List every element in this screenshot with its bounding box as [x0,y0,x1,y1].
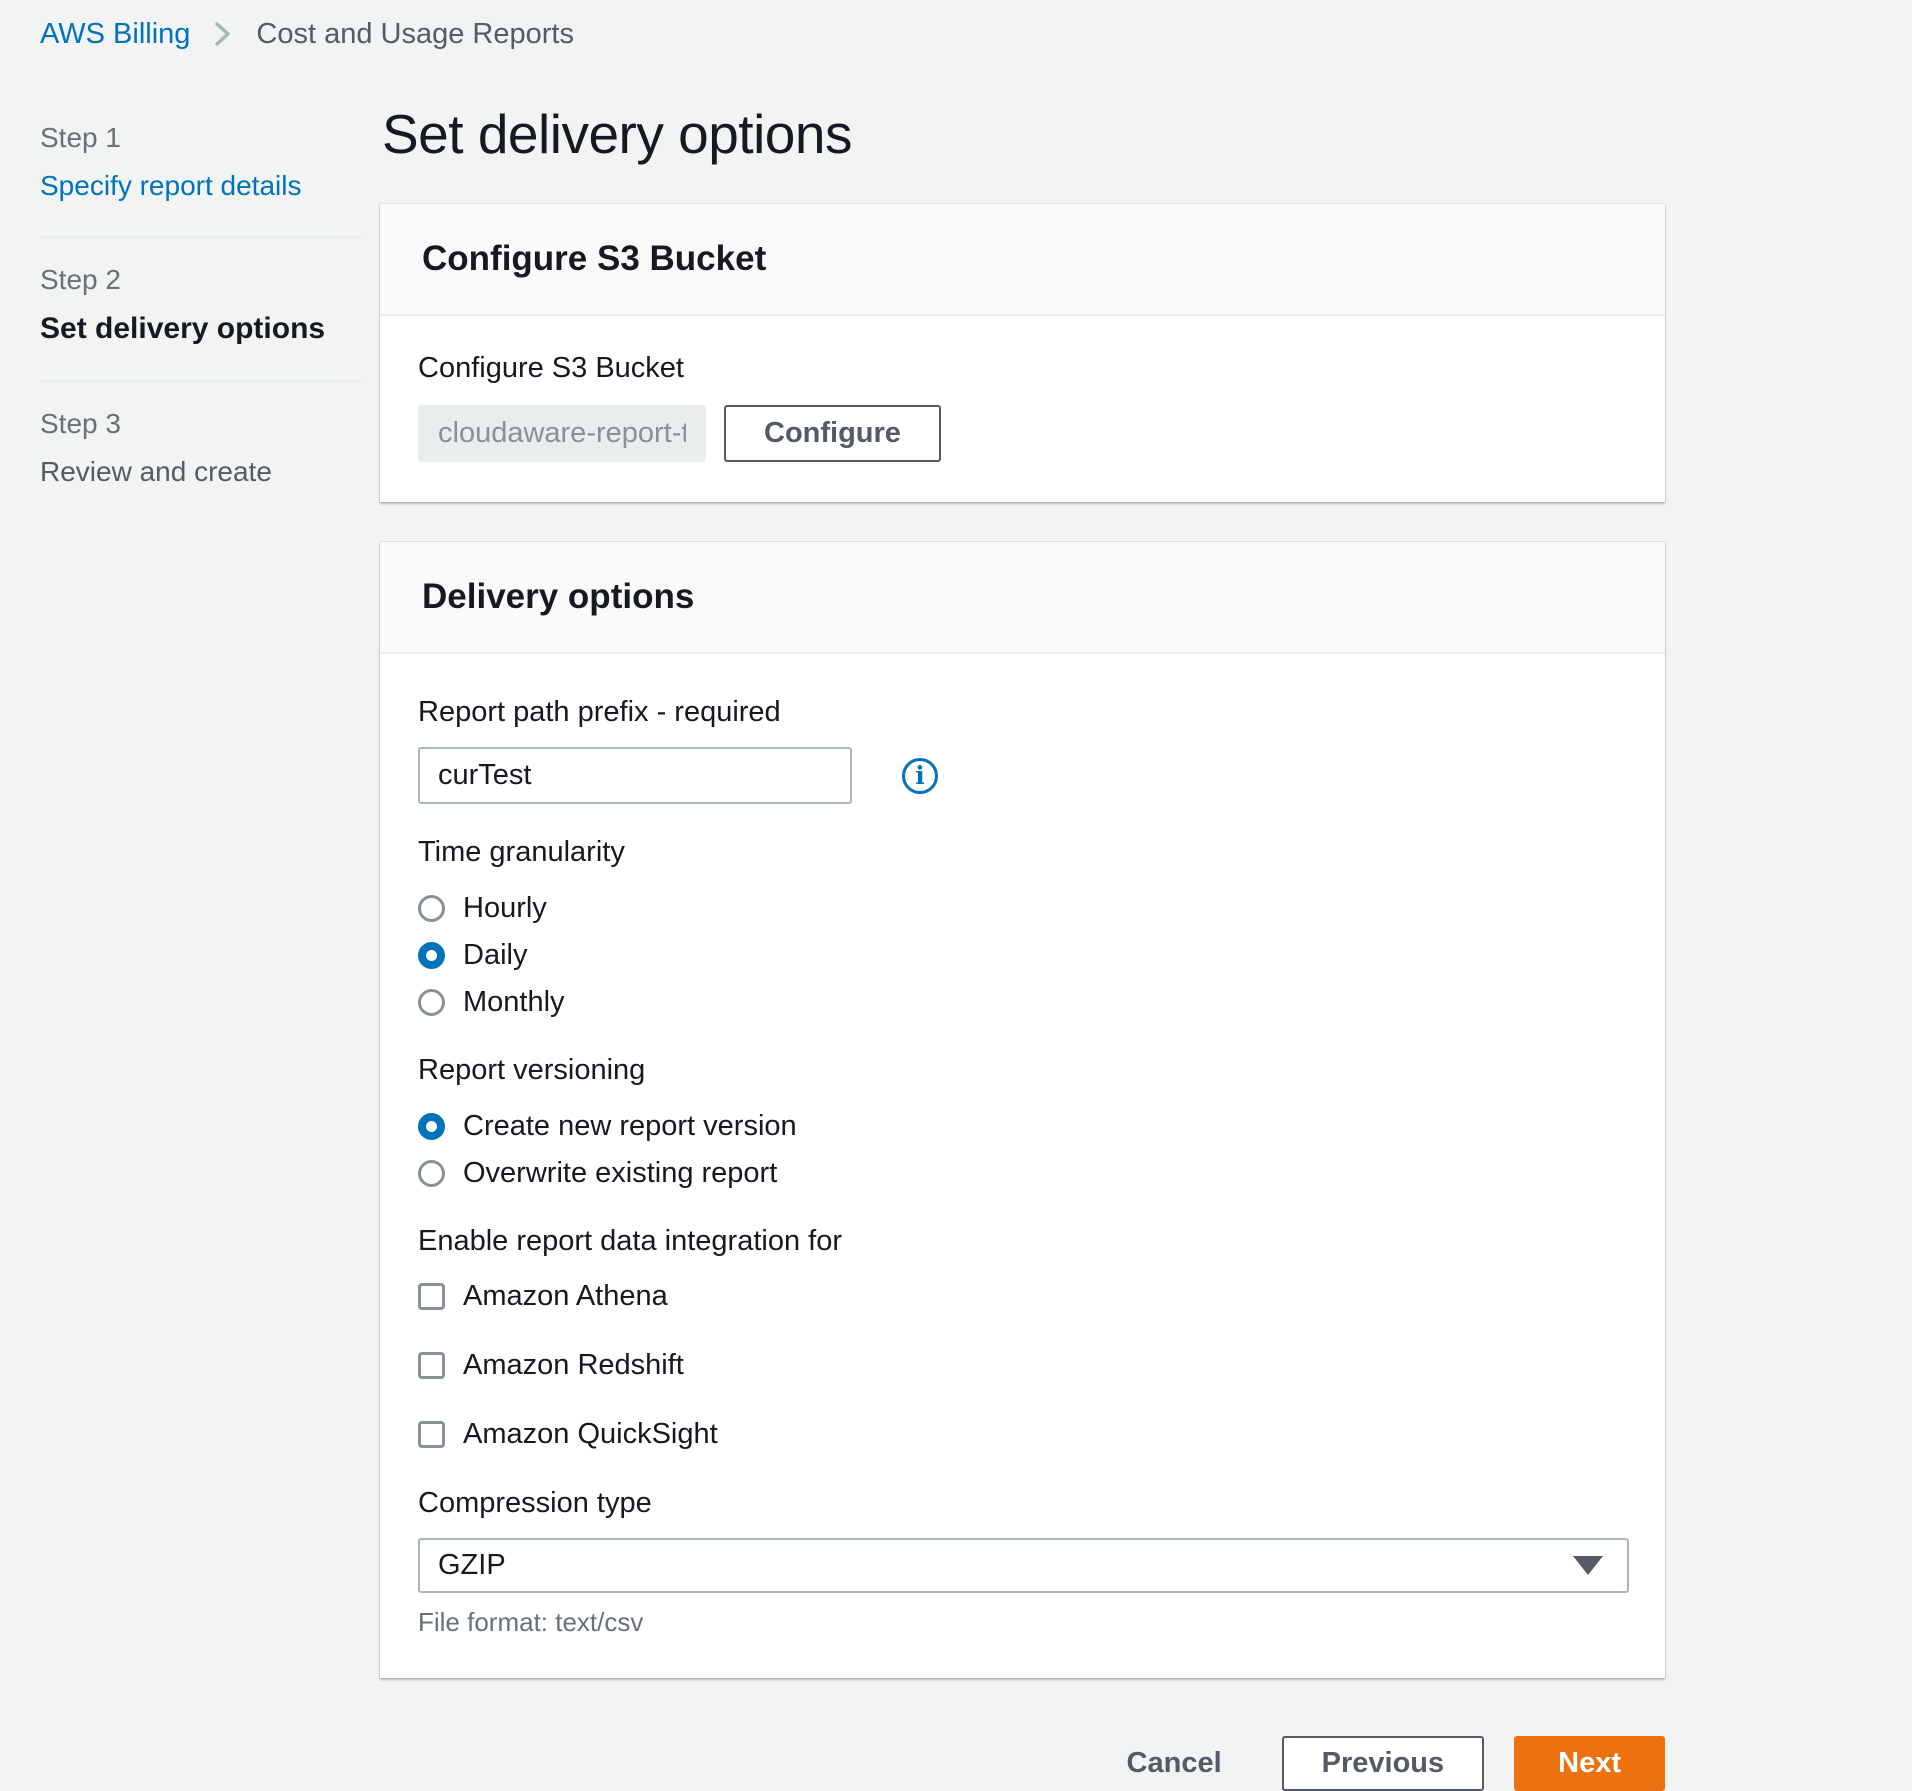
s3-card-body: Configure S3 Bucket Configure [380,316,1665,502]
wizard-footer: Cancel Previous Next [380,1736,1665,1791]
checkbox-amazon-redshift-label: Amazon Redshift [463,1349,684,1382]
step1-title-link[interactable]: Specify report details [40,170,363,202]
checkbox-amazon-quicksight-label: Amazon QuickSight [463,1418,718,1451]
radio-monthly-label: Monthly [463,986,565,1019]
checkbox-amazon-athena-label: Amazon Athena [463,1280,668,1313]
checkbox-amazon-redshift[interactable]: Amazon Redshift [418,1349,1623,1382]
delivery-card-body: Report path prefix - required i Time gra… [380,654,1665,1678]
breadcrumb: AWS Billing Cost and Usage Reports [0,0,1912,52]
radio-overwrite-existing-label: Overwrite existing report [463,1157,777,1190]
report-path-prefix-input[interactable] [418,747,852,804]
chevron-down-icon [1573,1556,1603,1575]
time-granularity-label: Time granularity [418,836,1623,869]
file-format-help-text: File format: text/csv [418,1607,1623,1638]
wizard-steps-sidebar: Step 1 Specify report details Step 2 Set… [40,52,363,522]
radio-hourly-label: Hourly [463,892,547,925]
radio-create-new-version[interactable]: Create new report version [418,1103,1623,1150]
radio-overwrite-existing-icon[interactable] [418,1160,445,1187]
radio-create-new-version-icon[interactable] [418,1113,445,1140]
checkbox-amazon-redshift-icon[interactable] [418,1352,445,1379]
sidebar-item-step1[interactable]: Step 1 Specify report details [40,108,363,238]
breadcrumb-current: Cost and Usage Reports [256,18,574,51]
report-path-prefix-label: Report path prefix - required [418,696,1623,729]
step2-number: Step 2 [40,264,363,296]
sidebar-item-step2: Step 2 Set delivery options [40,238,363,382]
checkbox-amazon-athena[interactable]: Amazon Athena [418,1280,1623,1313]
radio-daily[interactable]: Daily [418,932,1623,979]
radio-overwrite-existing[interactable]: Overwrite existing report [418,1150,1623,1197]
cancel-button[interactable]: Cancel [1127,1747,1222,1780]
configure-s3-bucket-card: Configure S3 Bucket Configure S3 Bucket … [380,204,1665,502]
report-versioning-label: Report versioning [418,1054,1623,1087]
step1-number: Step 1 [40,122,363,154]
delivery-options-card: Delivery options Report path prefix - re… [380,542,1665,1678]
previous-button[interactable]: Previous [1282,1736,1485,1791]
sidebar-item-step3: Step 3 Review and create [40,382,363,522]
compression-type-select[interactable]: GZIP [418,1538,1629,1593]
breadcrumb-chevron-icon [212,19,234,49]
s3-bucket-name-input [418,405,706,462]
radio-daily-label: Daily [463,939,527,972]
integration-label: Enable report data integration for [418,1225,1623,1258]
breadcrumb-link-aws-billing[interactable]: AWS Billing [40,18,190,51]
next-button[interactable]: Next [1514,1736,1665,1791]
s3-bucket-field-label: Configure S3 Bucket [418,352,1623,385]
step3-number: Step 3 [40,408,363,440]
delivery-card-title: Delivery options [422,577,1623,617]
s3-card-header: Configure S3 Bucket [380,204,1665,316]
radio-monthly-icon[interactable] [418,989,445,1016]
checkbox-amazon-quicksight-icon[interactable] [418,1421,445,1448]
step2-title: Set delivery options [40,312,363,346]
s3-card-title: Configure S3 Bucket [422,239,1623,279]
checkbox-amazon-quicksight[interactable]: Amazon QuickSight [418,1418,1623,1451]
radio-monthly[interactable]: Monthly [418,979,1623,1026]
radio-hourly[interactable]: Hourly [418,885,1623,932]
main-content: Set delivery options Configure S3 Bucket… [380,52,1665,1791]
step3-title: Review and create [40,456,363,488]
configure-button[interactable]: Configure [724,405,941,462]
radio-create-new-version-label: Create new report version [463,1110,797,1143]
compression-type-value: GZIP [438,1549,1573,1582]
radio-daily-icon[interactable] [418,942,445,969]
radio-hourly-icon[interactable] [418,895,445,922]
page-title: Set delivery options [382,102,1665,166]
info-icon[interactable]: i [902,758,938,794]
delivery-card-header: Delivery options [380,542,1665,654]
checkbox-amazon-athena-icon[interactable] [418,1283,445,1310]
compression-type-label: Compression type [418,1487,1623,1520]
